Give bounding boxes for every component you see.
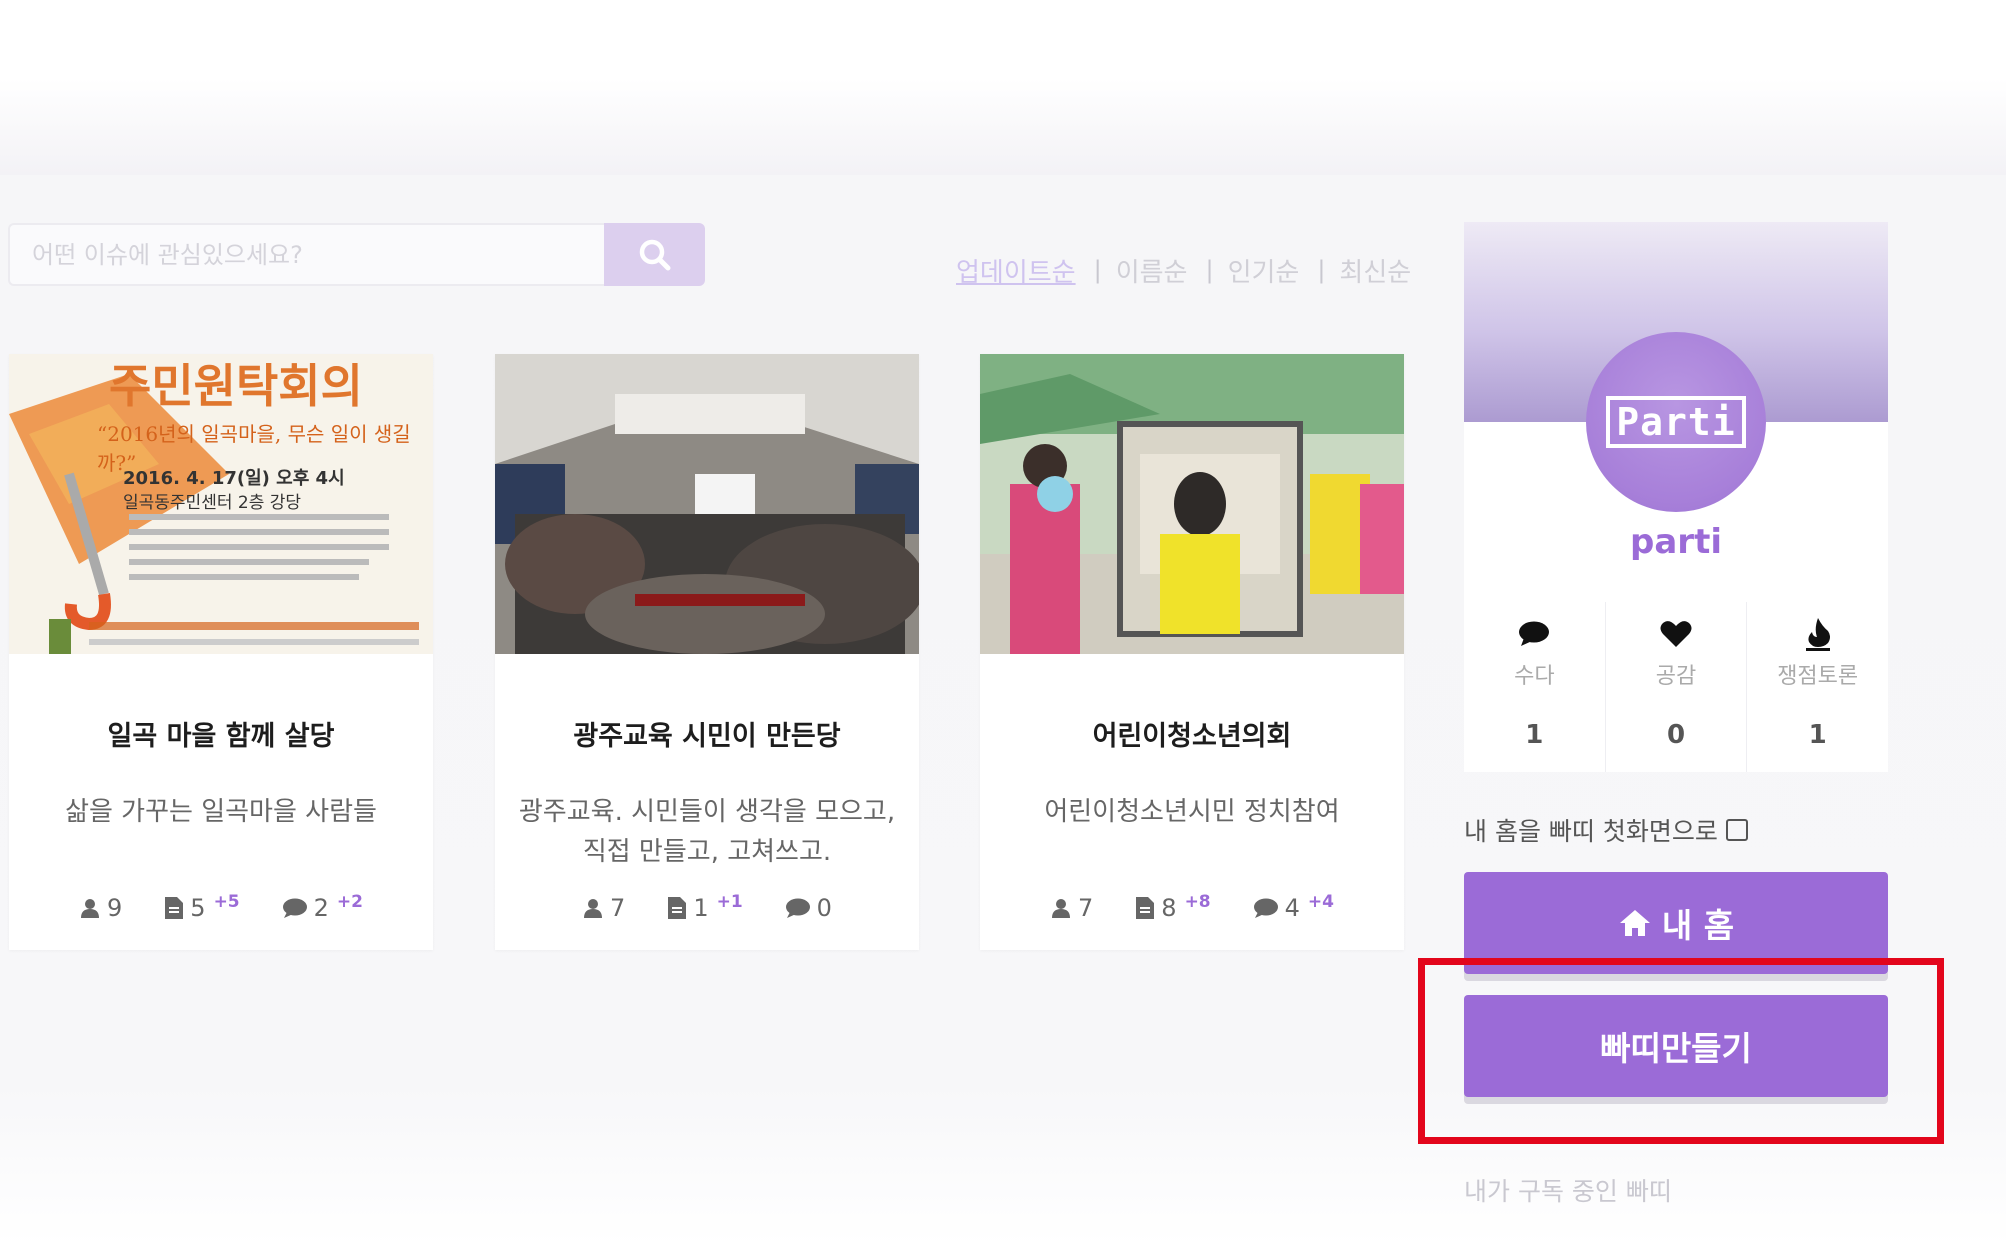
card-stats: 7 1 +1 0 [495, 892, 919, 922]
home-as-start-toggle[interactable]: 내 홈을 빠띠 첫화면으로 [1464, 812, 1748, 848]
home-toggle-checkbox[interactable] [1725, 819, 1748, 841]
highlight-box [1418, 958, 1944, 1144]
search-button[interactable] [604, 223, 705, 286]
parti-card[interactable]: 주민원탁회의 “2016년의 일곡마을, 무슨 일이 생길까?” 2016. 4… [9, 354, 433, 950]
card-description: 삶을 가꾸는 일곡마을 사람들 [65, 797, 377, 827]
poster-venue: 일곡동주민센터 2층 강당 [123, 493, 302, 513]
member-count-value: 7 [610, 894, 626, 922]
sort-divider: | [1205, 256, 1214, 284]
member-count: 9 [79, 894, 122, 922]
document-icon [1136, 897, 1155, 919]
comment-count: 4 +4 [1253, 892, 1334, 922]
card-stats: 9 5 +5 2 +2 [9, 892, 433, 922]
stat-label: 쟁점토론 [1777, 664, 1859, 689]
stat-empathy[interactable]: 공감 0 [1606, 602, 1748, 772]
sort-options: 업데이트순 | 이름순 | 인기순 | 최신순 [956, 252, 1411, 288]
post-count-value: 5 [190, 894, 206, 922]
profile-name[interactable]: parti [1464, 522, 1888, 562]
poster-date: 2016. 4. 17(일) 오후 4시 [123, 468, 345, 489]
post-count: 5 +5 [164, 892, 240, 922]
home-icon [1619, 910, 1650, 936]
card-description-line: 직접 만들고, 고쳐쓰고. [582, 837, 832, 867]
post-count: 1 +1 [667, 892, 743, 922]
search-bar [8, 223, 705, 290]
comment-count-value: 0 [816, 894, 832, 922]
card-description: 어린이청소년시민 정치참여 [1044, 797, 1340, 827]
comment-icon [1253, 898, 1278, 918]
post-count-value: 1 [693, 894, 709, 922]
post-new-count: +5 [213, 892, 240, 912]
card-title: 광주교육 시민이 만든당 [573, 721, 841, 752]
sort-updated[interactable]: 업데이트순 [956, 252, 1076, 289]
parti-logo: Parti [1606, 396, 1746, 448]
document-icon [668, 897, 687, 919]
card-title: 어린이청소년의회 [1092, 721, 1292, 752]
comment-new-count: +2 [336, 892, 363, 912]
poster-heading: 주민원탁회의 [109, 359, 363, 413]
profile-panel: Parti parti 수다 1 공감 0 쟁점토론 1 [1464, 222, 1888, 772]
stat-value: 1 [1525, 720, 1544, 750]
search-icon [639, 239, 670, 270]
card-description: 광주교육. 시민들이 생각을 모으고, 직접 만들고, 고쳐쓰고. [517, 792, 897, 872]
post-new-count: +8 [1184, 892, 1211, 912]
stat-label: 수다 [1514, 664, 1555, 689]
member-count-value: 9 [107, 894, 123, 922]
user-icon [1052, 899, 1070, 918]
stat-debate[interactable]: 쟁점토론 1 [1747, 602, 1888, 772]
post-count: 8 +8 [1135, 892, 1211, 922]
card-title: 일곡 마을 함께 살당 [107, 721, 335, 752]
stat-value: 0 [1666, 720, 1686, 750]
subscribed-parti-heading: 내가 구독 중인 빠띠 [1464, 1177, 1672, 1206]
member-count: 7 [1050, 894, 1093, 922]
comment-count-value: 2 [313, 894, 329, 922]
profile-stats: 수다 1 공감 0 쟁점토론 1 [1464, 602, 1888, 772]
stat-value: 1 [1808, 720, 1827, 750]
sort-name[interactable]: 이름순 [1116, 252, 1188, 289]
user-icon [81, 899, 99, 918]
comment-icon [282, 898, 307, 918]
search-input[interactable] [8, 223, 604, 286]
post-count-value: 8 [1161, 894, 1177, 922]
user-icon [584, 899, 603, 918]
card-stats: 7 8 +8 4 +4 [980, 892, 1404, 922]
document-icon [165, 897, 184, 919]
parti-card[interactable]: 어린이청소년의회 어린이청소년시민 정치참여 7 8 +8 4 +4 [980, 354, 1404, 950]
comment-icon [785, 898, 810, 918]
top-header-band [0, 0, 2006, 175]
heart-icon [1660, 616, 1692, 652]
card-image-meeting [495, 354, 919, 654]
member-count-value: 7 [1078, 894, 1094, 922]
sort-popular[interactable]: 인기순 [1228, 252, 1300, 289]
parti-card[interactable]: 광주교육 시민이 만든당 광주교육. 시민들이 생각을 모으고, 직접 만들고,… [495, 354, 919, 950]
speech-bubble-icon [1518, 616, 1550, 652]
sort-divider: | [1317, 256, 1326, 284]
member-count: 7 [582, 894, 625, 922]
comment-count-value: 4 [1284, 894, 1300, 922]
card-image-poster: 주민원탁회의 “2016년의 일곡마을, 무슨 일이 생길까?” 2016. 4… [9, 354, 433, 654]
comment-count: 0 [785, 894, 832, 922]
home-toggle-label: 내 홈을 빠띠 첫화면으로 [1464, 817, 1718, 846]
flame-icon [1804, 616, 1832, 652]
comment-new-count: +4 [1307, 892, 1334, 912]
post-new-count: +1 [716, 892, 743, 912]
my-home-label: 내 홈 [1661, 906, 1735, 945]
avatar[interactable]: Parti [1586, 332, 1766, 512]
stat-label: 공감 [1655, 664, 1697, 689]
card-description-line: 광주교육. 시민들이 생각을 모으고, [518, 797, 896, 827]
sort-newest[interactable]: 최신순 [1339, 252, 1411, 289]
sort-divider: | [1093, 256, 1102, 284]
stat-talk[interactable]: 수다 1 [1464, 602, 1606, 772]
card-image-festival [980, 354, 1404, 654]
comment-count: 2 +2 [282, 892, 363, 922]
